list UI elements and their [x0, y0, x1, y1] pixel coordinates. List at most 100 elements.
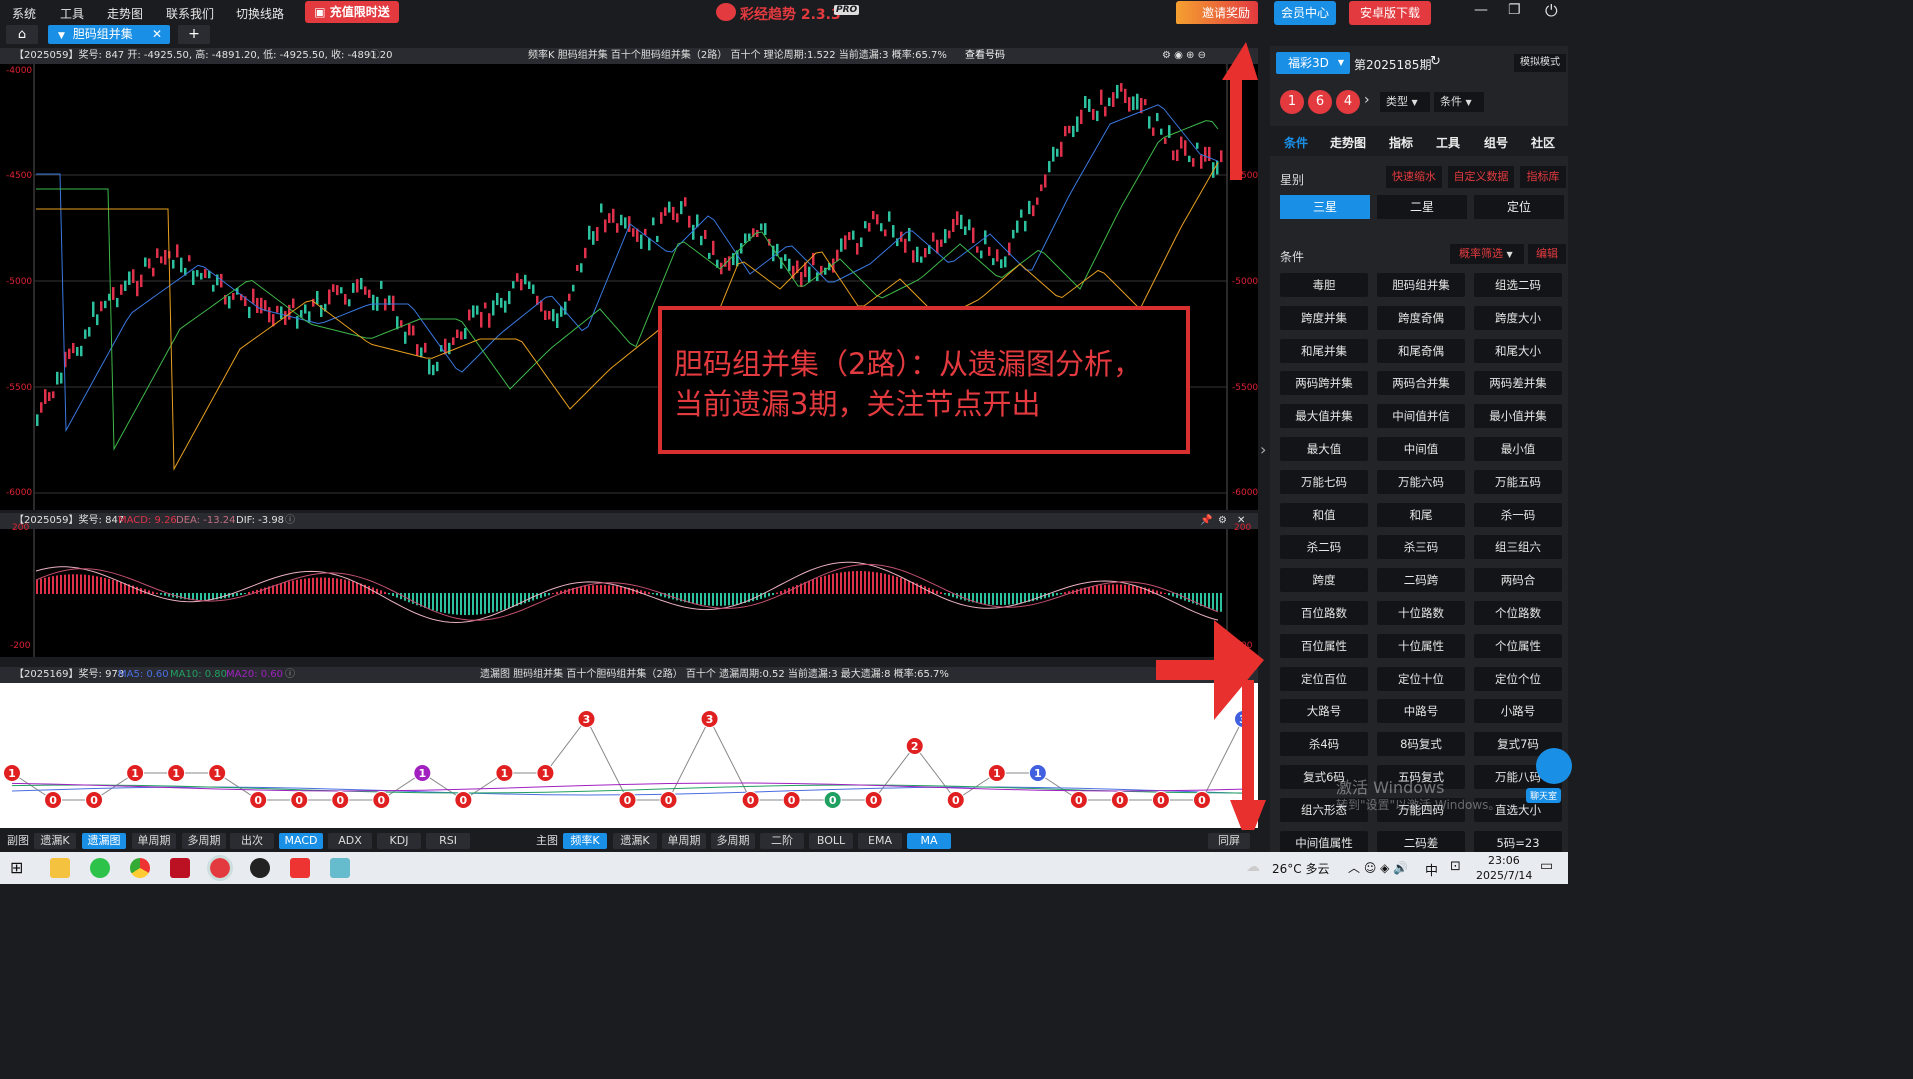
wechat-icon[interactable] [90, 858, 110, 878]
condition-button[interactable]: 跨度奇偶 [1377, 305, 1465, 330]
star-two[interactable]: 二星 [1377, 195, 1467, 219]
condition-button[interactable]: 两码跨并集 [1280, 371, 1368, 396]
condition-button[interactable]: 个位路数 [1474, 601, 1562, 625]
sim-mode-button[interactable]: 模拟模式 [1514, 54, 1566, 72]
quick-shrink-button[interactable]: 快速缩水 [1386, 166, 1442, 188]
add-tab-button[interactable]: + [178, 25, 210, 44]
condition-button[interactable]: 杀一码 [1474, 502, 1562, 527]
condition-button[interactable]: 百位路数 [1280, 601, 1368, 625]
btn-freq-k[interactable]: 频率K [563, 833, 607, 849]
condition-button[interactable]: 十位路数 [1377, 601, 1465, 625]
omission-chart[interactable]: 1001110000101130030000201100003 [0, 683, 1258, 828]
indicator-lib-button[interactable]: 指标库 [1520, 166, 1566, 188]
condition-button[interactable]: 最小值并集 [1474, 404, 1562, 429]
ime-indicator[interactable]: 中 [1425, 860, 1438, 879]
condition-button[interactable]: 两码差并集 [1474, 371, 1562, 396]
btn-omission-k[interactable]: 遗漏K [34, 833, 76, 849]
condition-button[interactable]: 中间值属性 [1280, 830, 1368, 855]
condition-button[interactable]: 二码跨 [1377, 568, 1465, 593]
btn-out-count[interactable]: 出次 [230, 833, 274, 849]
tab-danma[interactable]: ▼ 胆码组并集 ✕ [48, 25, 170, 44]
cond-select[interactable]: 条件 ▼ [1434, 92, 1484, 112]
input-mode-icon[interactable]: ⊡ [1450, 859, 1461, 874]
app-icon[interactable] [170, 858, 190, 878]
btn-omission-k-main[interactable]: 遗漏K [613, 833, 657, 849]
condition-button[interactable]: 和尾并集 [1280, 338, 1368, 363]
refresh-icon[interactable]: ↻ [1430, 54, 1441, 69]
android-download-button[interactable]: 安卓版下载 [1349, 1, 1431, 25]
close-icon[interactable]: ✕ [152, 25, 162, 44]
btn-kdj[interactable]: KDJ [377, 833, 421, 849]
power-icon[interactable]: ⏻ [1545, 1, 1558, 21]
btn-ma[interactable]: MA [907, 833, 951, 849]
condition-button[interactable]: 两码合 [1474, 568, 1562, 593]
home-icon[interactable]: ⌂ [6, 25, 38, 44]
windows-start-icon[interactable]: ⊞ [10, 858, 23, 877]
condition-button[interactable]: 万能五码 [1474, 469, 1562, 494]
btn-second-order[interactable]: 二阶 [760, 833, 804, 849]
type-select[interactable]: 类型 ▼ [1380, 92, 1430, 112]
condition-button[interactable]: 跨度大小 [1474, 305, 1562, 330]
help-icon[interactable]: ⓘ [370, 48, 380, 64]
custom-data-button[interactable]: 自定义数据 [1448, 166, 1514, 188]
main-kline-chart[interactable]: -4000 -4500 -5000 -5500 -6000 -4500 -500… [0, 64, 1258, 510]
btn-macd[interactable]: MACD [279, 833, 323, 849]
member-center-button[interactable]: 会员中心 [1274, 1, 1336, 25]
condition-button[interactable]: 两码合并集 [1377, 371, 1465, 396]
condition-button[interactable]: 5码=23 [1474, 830, 1562, 855]
notification-icon[interactable]: ▭ [1540, 858, 1553, 874]
condition-button[interactable]: 8码复式 [1377, 732, 1465, 757]
chrome-icon[interactable] [130, 858, 150, 878]
condition-button[interactable]: 杀二码 [1280, 535, 1368, 560]
macd-chart[interactable]: 200 -200 200 -200 [0, 523, 1258, 657]
btn-rsi[interactable]: RSI [426, 833, 470, 849]
condition-button[interactable]: 胆码组并集 [1377, 273, 1465, 297]
condition-button[interactable]: 大路号 [1280, 699, 1368, 724]
condition-button[interactable]: 定位十位 [1377, 666, 1465, 691]
btn-boll[interactable]: BOLL [809, 833, 853, 849]
lottery-select[interactable]: 福彩3D ▼ [1276, 52, 1350, 74]
tab-group[interactable]: 组号 [1484, 134, 1508, 151]
btn-multi-period[interactable]: 多周期 [182, 833, 226, 849]
tab-conditions[interactable]: 条件 [1284, 134, 1308, 151]
btn-ema[interactable]: EMA [858, 833, 902, 849]
condition-button[interactable]: 跨度 [1280, 568, 1368, 593]
tab-tools[interactable]: 工具 [1436, 134, 1460, 151]
condition-button[interactable]: 个位属性 [1474, 633, 1562, 658]
promo-button[interactable]: ▣ 充值限时送 [305, 1, 399, 23]
chevron-right-icon[interactable]: › [1364, 92, 1370, 108]
btn-single-period[interactable]: 单周期 [132, 833, 176, 849]
condition-button[interactable]: 毒胆 [1280, 273, 1368, 297]
help-icon[interactable]: ⓘ [285, 667, 295, 683]
condition-button[interactable]: 十位属性 [1377, 633, 1465, 658]
chevron-right-icon[interactable]: › [1260, 440, 1266, 459]
condition-button[interactable]: 最大值并集 [1280, 404, 1368, 429]
btn-adx[interactable]: ADX [328, 833, 372, 849]
caijing-icon[interactable] [207, 855, 233, 881]
menu-system[interactable]: 系统 [12, 5, 36, 22]
condition-button[interactable]: 定位个位 [1474, 666, 1562, 691]
btn-omission-chart[interactable]: 遗漏图 [82, 833, 126, 849]
condition-button[interactable]: 和值 [1280, 502, 1368, 527]
edit-button[interactable]: 编辑 [1528, 244, 1566, 264]
star-three[interactable]: 三星 [1280, 195, 1370, 219]
condition-button[interactable]: 定位百位 [1280, 666, 1368, 691]
qq-icon[interactable] [250, 858, 270, 878]
condition-button[interactable]: 杀4码 [1280, 732, 1368, 757]
minimize-icon[interactable]: — [1474, 2, 1488, 18]
condition-button[interactable]: 杀三码 [1377, 535, 1465, 560]
chat-room-label[interactable]: 聊天室 [1526, 788, 1562, 803]
notepad-icon[interactable] [330, 858, 350, 878]
condition-button[interactable]: 最小值 [1474, 437, 1562, 461]
tray-icons[interactable]: ︿ ☺ ◈ 🔊 [1348, 859, 1408, 876]
btn-same-screen[interactable]: 同屏 [1208, 833, 1250, 849]
condition-button[interactable]: 和尾大小 [1474, 338, 1562, 363]
prob-filter-select[interactable]: 概率筛选 ▼ [1450, 244, 1524, 264]
help-icon[interactable]: ⓘ [285, 513, 295, 529]
condition-button[interactable]: 组三组六 [1474, 535, 1562, 560]
btn-single-period-main[interactable]: 单周期 [662, 833, 706, 849]
condition-button[interactable]: 组选二码 [1474, 273, 1562, 297]
condition-button[interactable]: 和尾奇偶 [1377, 338, 1465, 363]
condition-button[interactable]: 二码差 [1377, 830, 1465, 855]
restore-icon[interactable]: ❐ [1508, 2, 1521, 18]
